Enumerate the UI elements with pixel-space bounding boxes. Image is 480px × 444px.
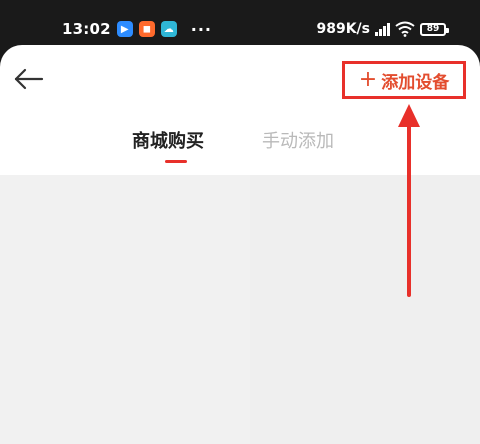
status-bar: 13:02 ▶ ◼ ☁ ··· 989K/s 89 <box>0 0 480 46</box>
add-device-label: 添加设备 <box>381 72 450 93</box>
app-page: + 添加设备 商城购买 手动添加 <box>0 45 480 444</box>
video-app-icon: ▶ <box>116 21 133 37</box>
status-time: 13:02 <box>62 20 111 38</box>
signal-icon <box>375 22 390 36</box>
arrow-left-icon[interactable] <box>12 67 46 91</box>
tab-bar: 商城购买 手动添加 <box>0 123 480 171</box>
network-speed: 989K/s <box>316 21 370 37</box>
status-right: 989K/s 89 <box>316 19 449 39</box>
content-area <box>0 175 480 444</box>
battery-icon: 89 <box>420 22 449 36</box>
add-device-button[interactable]: + 添加设备 <box>342 61 466 99</box>
battery-level: 89 <box>426 24 440 34</box>
orange-app-icon: ◼ <box>138 21 155 37</box>
status-left: 13:02 ▶ ◼ ☁ ··· <box>62 19 212 39</box>
tab-store-purchase[interactable]: 商城购买 <box>132 127 204 153</box>
plus-icon: + <box>358 67 378 92</box>
tab-manual-add[interactable]: 手动添加 <box>262 127 334 153</box>
active-tab-indicator <box>165 160 187 163</box>
cloud-app-icon: ☁ <box>160 21 177 37</box>
wifi-icon <box>395 21 415 37</box>
content-panel <box>250 175 480 444</box>
more-notifications-icon: ··· <box>190 19 212 39</box>
